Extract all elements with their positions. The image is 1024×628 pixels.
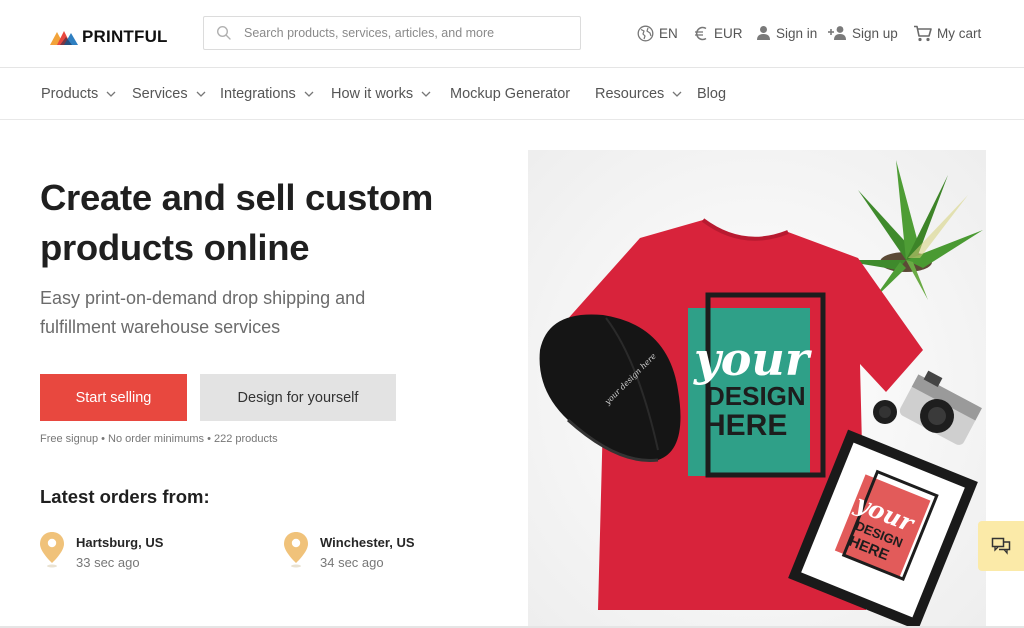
nav-label: Resources [595,86,665,102]
tshirt-design-text-2: DESIGN [706,381,806,411]
currency-label: EUR [714,25,743,41]
cart-label: My cart [937,25,982,41]
chevron-down-icon [106,91,116,97]
design-for-yourself-button[interactable]: Design for yourself [200,374,396,421]
hero-headline: Create and sell custom products online [40,173,510,273]
hero-subheadline: Easy print-on-demand drop shipping and f… [40,284,460,342]
nav-label: Products [41,86,99,102]
language-label: EN [659,25,678,41]
euro-icon [695,26,707,40]
cart-link[interactable]: My cart [913,23,981,43]
nav-label: Services [132,86,188,102]
start-selling-button[interactable]: Start selling [40,374,187,421]
language-selector[interactable]: EN [637,23,678,43]
order-city: Winchester, US [320,535,415,550]
sign-in-label: Sign in [776,25,818,41]
chevron-down-icon [421,91,431,97]
nav-item-blog[interactable]: Blog [697,85,726,103]
chevron-down-icon [672,91,682,97]
globe-icon [637,25,654,41]
nav-label: Blog [697,86,727,102]
search-box[interactable] [203,16,581,50]
search-icon [216,25,231,40]
chevron-down-icon [304,91,314,97]
order-item: Winchester, US 34 sec ago [284,532,484,572]
order-time: 33 sec ago [76,555,140,570]
add-user-icon [828,26,846,40]
sign-up-link[interactable]: Sign up [827,23,898,43]
currency-selector[interactable]: EUR [693,23,743,43]
chat-icon [991,537,1011,555]
location-pin-icon [284,532,308,568]
nav-label: Mockup Generator [450,86,571,102]
hero-product-image: your DESIGN HERE your design here your D… [528,150,986,628]
main-nav: Products Services Integrations How it wo… [0,68,1024,120]
sign-in-link[interactable]: Sign in [756,23,817,43]
subheadline-line-2: fulfillment warehouse services [40,317,281,337]
nav-item-how-it-works[interactable]: How it works [331,85,431,103]
user-icon [757,26,770,40]
order-time: 34 sec ago [320,555,384,570]
nav-item-services[interactable]: Services [132,85,206,103]
chat-widget-button[interactable] [978,521,1024,571]
chevron-down-icon [196,91,206,97]
sign-up-label: Sign up [852,25,898,41]
order-city: Hartsburg, US [76,535,164,550]
cart-icon [914,25,932,41]
logo-mark-icon [50,31,78,45]
nav-item-resources[interactable]: Resources [595,85,682,103]
latest-orders-title: Latest orders from: [40,486,210,507]
product-collage-illustration: your DESIGN HERE your design here your D… [528,150,986,628]
tshirt-design-text-1: your [693,332,813,386]
printful-logo[interactable]: PRINTFUL [50,26,168,48]
subheadline-line-1: Easy print-on-demand drop shipping and [40,288,366,308]
nav-item-mockup-generator[interactable]: Mockup Generator [450,85,570,103]
top-header: PRINTFUL EN EUR Sign in [0,0,1024,68]
nav-item-products[interactable]: Products [41,85,116,103]
tshirt-design-text-3: HERE [704,409,787,442]
headline-line-1: Create and sell custom [40,177,434,218]
order-item: Hartsburg, US 33 sec ago [40,532,240,572]
nav-label: Integrations [220,86,296,102]
search-input[interactable] [244,17,574,49]
headline-line-2: products online [40,227,310,268]
nav-item-integrations[interactable]: Integrations [220,85,314,103]
logo-text: PRINTFUL [82,27,168,46]
signup-perks: Free signup • No order minimums • 222 pr… [40,433,278,445]
nav-label: How it works [331,86,414,102]
location-pin-icon [40,532,64,568]
